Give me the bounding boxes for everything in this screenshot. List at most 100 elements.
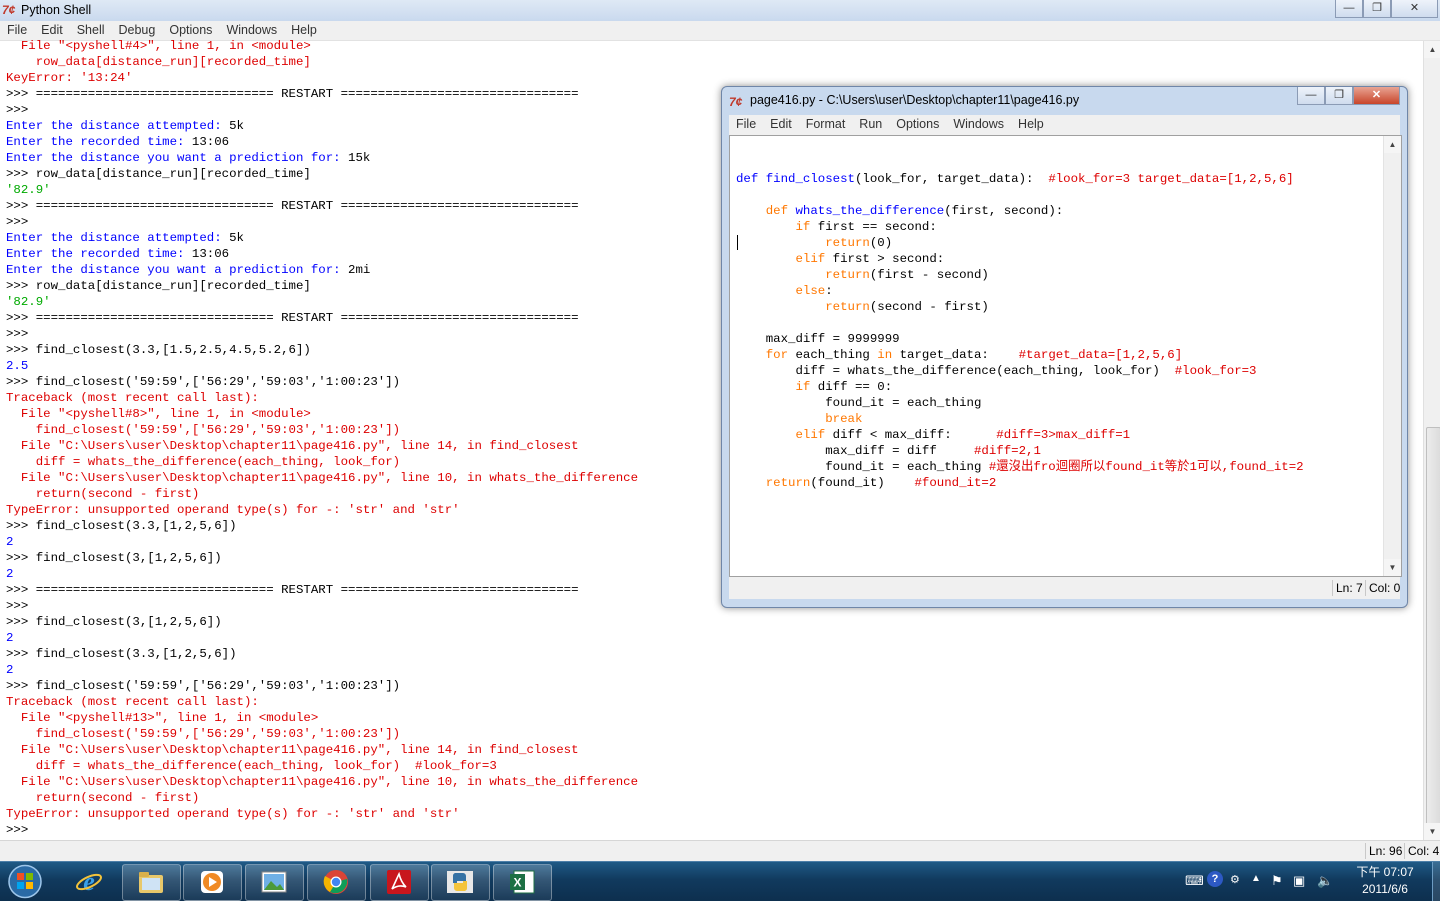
editor-window-title: page416.py - C:\Users\user\Desktop\chapt… [750, 93, 1080, 107]
svg-text:e: e [83, 868, 95, 894]
svg-text:X: X [513, 876, 521, 890]
shell-line: Traceback (most recent call last): [6, 695, 259, 709]
idle-logo-icon: 7¢ [729, 95, 743, 109]
editor-menu-options[interactable]: Options [889, 115, 946, 135]
text-cursor [737, 235, 738, 250]
code-line: max_diff = 9999999 [736, 332, 900, 346]
editor-menu-edit[interactable]: Edit [763, 115, 799, 135]
settings-icon[interactable]: ⚙ [1230, 873, 1240, 886]
scroll-up-arrow-icon[interactable]: ▲ [1424, 41, 1440, 58]
taskbar-internet-explorer[interactable]: e [61, 864, 118, 899]
editor-status-line: Ln: 7 [1332, 580, 1366, 596]
folder-icon [139, 872, 163, 893]
editor-menu-format[interactable]: Format [799, 115, 853, 135]
shell-line: 2 [6, 663, 14, 677]
media-player-icon [201, 871, 223, 893]
editor-menu-run[interactable]: Run [852, 115, 889, 135]
scroll-down-arrow-icon[interactable]: ▼ [1424, 823, 1440, 840]
python-icon [447, 871, 473, 893]
editor-window-controls: — ❐ ✕ [1297, 87, 1400, 105]
volume-icon[interactable]: 🔈 [1317, 873, 1333, 889]
shell-line: File "C:\Users\user\Desktop\chapter11\pa… [6, 743, 579, 757]
editor-scroll-up-arrow-icon[interactable]: ▲ [1384, 136, 1401, 153]
shell-line: >>> find_closest('59:59',['56:29','59:03… [6, 679, 401, 693]
shell-line: row_data[distance_run][recorded_time] [6, 55, 311, 69]
help-icon[interactable]: ? [1207, 871, 1223, 887]
taskbar-windows-explorer[interactable] [122, 864, 181, 901]
code-line: return(found_it) #found_it=2 [765, 476, 997, 490]
taskbar-adobe-reader[interactable] [370, 864, 429, 901]
editor-close-button[interactable]: ✕ [1353, 87, 1400, 105]
shell-line: File "<pyshell#13>", line 1, in <module> [6, 711, 319, 725]
code-line: elif diff < max_diff: #diff=3>max_diff=1 [795, 428, 1131, 442]
shell-line: 2 [6, 631, 14, 645]
show-desktop-button[interactable] [1432, 862, 1440, 901]
editor-code-area[interactable]: def find_closest(look_for, target_data):… [736, 155, 1381, 570]
taskbar-excel[interactable]: X [493, 864, 552, 901]
editor-scroll-down-arrow-icon[interactable]: ▼ [1384, 559, 1401, 576]
code-line: def find_closest(look_for, target_data):… [736, 172, 1294, 186]
editor-status-col: Col: 0 [1365, 580, 1401, 596]
network-icon[interactable]: ▣ [1293, 873, 1305, 889]
minimize-button[interactable]: — [1335, 0, 1363, 18]
code-line: found_it = each_thing [736, 396, 982, 410]
maximize-button[interactable]: ❐ [1363, 0, 1391, 18]
shell-line: File "<pyshell#4>", line 1, in <module> [6, 39, 311, 53]
internet-explorer-icon: e [76, 868, 102, 894]
editor-menu-file[interactable]: File [729, 115, 763, 135]
shell-scrollbar[interactable]: ▲ ▼ [1423, 41, 1440, 840]
show-hidden-icons-icon[interactable]: ▲ [1251, 873, 1261, 884]
code-line: break [825, 412, 863, 426]
editor-scrollbar[interactable]: ▲ ▼ [1383, 136, 1401, 576]
shell-window-controls: — ❐ ✕ [1335, 0, 1438, 18]
shell-line: TypeError: unsupported operand type(s) f… [6, 807, 460, 821]
shell-window-title: Python Shell [21, 3, 92, 17]
code-line: return(first - second) [825, 268, 989, 282]
code-line: diff = whats_the_difference(each_thing, … [736, 364, 1257, 378]
clock-date: 2011/6/6 [1362, 882, 1408, 896]
editor-statusbar: Ln: 7 Col: 0 [729, 577, 1400, 599]
shell-statusbar: Ln: 96 Col: 4 [0, 840, 1440, 862]
flag-icon[interactable]: ⚑ [1271, 873, 1283, 889]
clock-time: 下午 07:07 [1356, 865, 1414, 879]
code-line: for each_thing in target_data: #target_d… [765, 348, 1183, 362]
shell-titlebar[interactable]: 7¢ Python Shell — ❐ ✕ [0, 0, 1440, 21]
taskbar-chrome[interactable] [307, 864, 366, 901]
editor-menu-windows[interactable]: Windows [946, 115, 1011, 135]
editor-body: def find_closest(look_for, target_data):… [729, 135, 1402, 577]
clock[interactable]: 下午 07:07 2011/6/6 [1340, 864, 1430, 898]
code-line: else: [795, 284, 833, 298]
code-line: return(0) [825, 236, 893, 250]
shell-line: find_closest('59:59',['56:29','59:03','1… [6, 727, 401, 741]
code-line: if first == second: [795, 220, 937, 234]
shell-line: >>> find_closest(3.3,[1,2,5,6]) [6, 647, 237, 661]
shell-line: >>> find_closest(3,[1,2,5,6]) [6, 615, 222, 629]
editor-minimize-button[interactable]: — [1297, 87, 1325, 105]
editor-menubar: File Edit Format Run Options Windows Hel… [729, 115, 1400, 135]
taskbar-media-player[interactable] [183, 864, 242, 901]
code-line: found_it = each_thing #還沒出fro迴圈所以found_i… [736, 460, 1304, 474]
adobe-reader-icon [387, 870, 411, 894]
keyboard-icon[interactable]: ⌨ [1185, 873, 1204, 889]
editor-maximize-button[interactable]: ❐ [1325, 87, 1353, 105]
start-button[interactable] [4, 863, 46, 900]
idle-logo-icon: 7¢ [2, 3, 16, 17]
excel-icon: X [510, 870, 535, 894]
shell-line: diff = whats_the_difference(each_thing, … [6, 759, 497, 773]
shell-line: KeyError: '13:24' [6, 71, 133, 85]
taskbar-python-idle[interactable] [431, 864, 490, 901]
picture-viewer-icon [261, 871, 287, 893]
shell-status-col: Col: 4 [1404, 843, 1440, 859]
code-line: max_diff = diff #diff=2,1 [736, 444, 1041, 458]
editor-menu-help[interactable]: Help [1011, 115, 1051, 135]
editor-window[interactable]: 7¢ page416.py - C:\Users\user\Desktop\ch… [721, 86, 1408, 608]
shell-scroll-thumb[interactable] [1426, 427, 1440, 825]
close-button[interactable]: ✕ [1391, 0, 1438, 18]
taskbar-picture-viewer[interactable] [245, 864, 304, 901]
shell-line: return(second - first) [6, 791, 200, 805]
code-line: return(second - first) [825, 300, 989, 314]
taskbar: e X ⌨ ? ⚙ ▲ ⚑ ▣ 🔈 下午 07:07 2011/6/6 [0, 861, 1440, 901]
